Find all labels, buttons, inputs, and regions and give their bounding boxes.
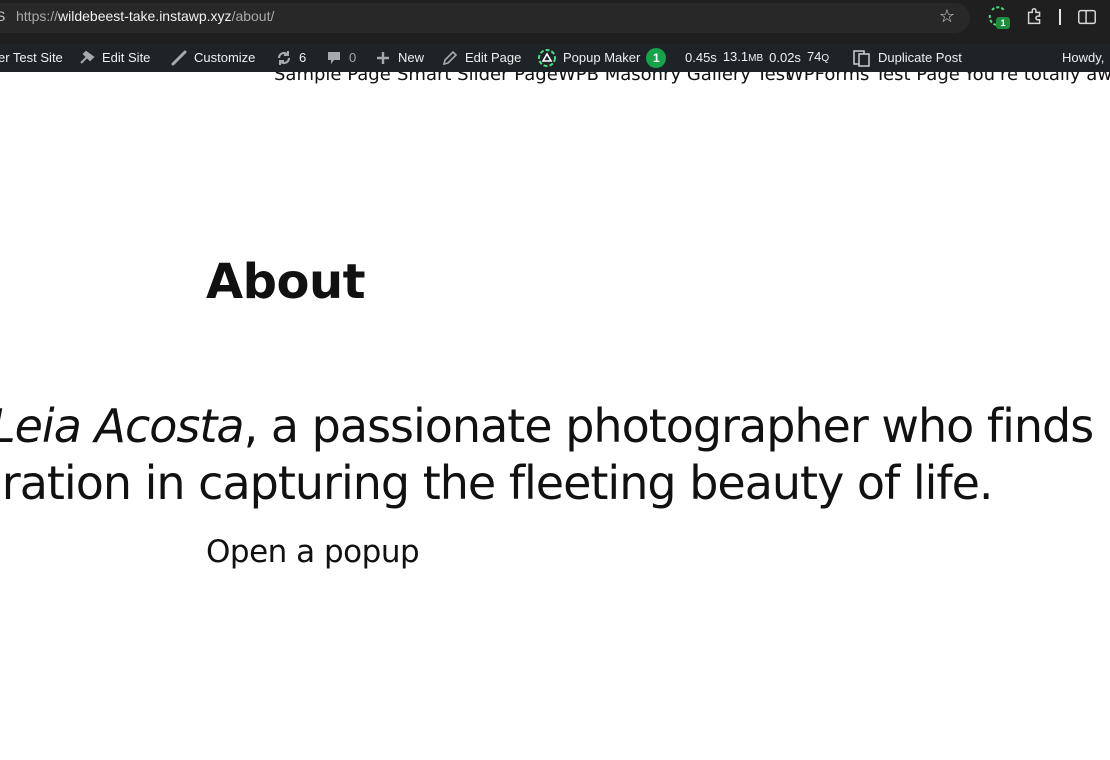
puzzle-icon[interactable] bbox=[1024, 6, 1046, 28]
wp-admin-bar: er Test Site Edit Site Customize 6 0 New… bbox=[0, 44, 1110, 72]
nav-link-smart-slider[interactable]: Smart Slider Page bbox=[397, 72, 558, 85]
page-title: About bbox=[206, 254, 366, 310]
perf-time: 0.45s bbox=[685, 50, 717, 65]
admin-bar-updates[interactable]: 6 bbox=[275, 44, 306, 72]
paintbrush-icon bbox=[171, 50, 187, 66]
nav-link-wpforms[interactable]: WPForms Test Page bbox=[786, 72, 960, 85]
url-host: wildebeest-take.instawp.xyz bbox=[58, 8, 232, 24]
admin-bar-new[interactable]: New bbox=[374, 44, 424, 72]
site-name-label: er Test Site bbox=[0, 50, 63, 65]
nav-link-totally-awesome[interactable]: You're totally awes bbox=[964, 72, 1110, 85]
comment-icon bbox=[328, 52, 340, 64]
site-navigation: Sample Page Smart Slider Page WPB Masonr… bbox=[0, 72, 1110, 94]
open-popup-link[interactable]: Open a popup bbox=[206, 534, 420, 570]
popup-maker-label: Popup Maker bbox=[563, 50, 641, 65]
admin-bar-account[interactable]: Howdy, bbox=[1062, 44, 1104, 72]
edit-page-label: Edit Page bbox=[465, 50, 522, 65]
nav-link-masonry-gallery[interactable]: WPB Masonry Gallery Test bbox=[558, 72, 792, 85]
updates-icon bbox=[277, 51, 291, 65]
duplicate-post-label: Duplicate Post bbox=[878, 50, 962, 65]
admin-bar-edit-site[interactable]: Edit Site bbox=[78, 44, 150, 72]
updates-count: 6 bbox=[299, 50, 307, 65]
nav-link-sample-page[interactable]: Sample Page bbox=[274, 72, 391, 85]
split-view-icon[interactable] bbox=[1076, 6, 1098, 28]
url-scheme: https:// bbox=[16, 8, 59, 24]
hammer-icon bbox=[80, 50, 95, 64]
admin-bar-duplicate-post[interactable]: Duplicate Post bbox=[852, 44, 962, 72]
comments-count: 0 bbox=[349, 50, 357, 65]
url-path: /about/ bbox=[231, 8, 275, 24]
intro-name: Leia Acosta bbox=[0, 399, 245, 453]
admin-bar-comments[interactable]: 0 bbox=[325, 44, 356, 72]
perf-memory: 13.1 bbox=[722, 49, 749, 64]
perf-memory-group: 13.1MB bbox=[723, 43, 763, 73]
toolbar-divider bbox=[1059, 9, 1061, 25]
popup-maker-badge: 1 bbox=[646, 48, 667, 68]
admin-bar-customize[interactable]: Customize bbox=[170, 44, 255, 72]
admin-bar-edit-page[interactable]: Edit Page bbox=[441, 44, 521, 72]
site-info-icon[interactable]: S bbox=[0, 8, 5, 24]
admin-bar-site-name[interactable]: er Test Site bbox=[0, 44, 63, 72]
plus-icon bbox=[377, 52, 389, 64]
bookmark-star-icon[interactable]: ☆ bbox=[936, 6, 958, 28]
admin-bar-popup-maker[interactable]: Popup Maker 1 bbox=[537, 44, 667, 72]
extension-badge: 1 bbox=[996, 17, 1010, 29]
perf-queries: 74 bbox=[806, 49, 822, 64]
perf-memory-unit: MB bbox=[748, 53, 764, 64]
url-text[interactable]: https://wildebeest-take.instawp.xyz/abou… bbox=[16, 8, 274, 24]
perf-queries-unit: Q bbox=[821, 53, 830, 64]
customize-label: Customize bbox=[194, 50, 256, 65]
perf-queries-group: 74Q bbox=[807, 43, 829, 73]
perf-query-time: 0.02s bbox=[769, 50, 801, 65]
duplicate-icon bbox=[853, 50, 870, 67]
intro-line-2: iration in capturing the fleeting beauty… bbox=[0, 456, 994, 510]
intro-line-1: Leia Acosta, a passionate photographer w… bbox=[0, 398, 1110, 455]
howdy-label: Howdy, bbox=[1062, 50, 1105, 65]
browser-toolbar: S https://wildebeest-take.instawp.xyz/ab… bbox=[0, 0, 1110, 44]
pencil-icon bbox=[442, 50, 458, 66]
edit-site-label: Edit Site bbox=[102, 50, 151, 65]
new-label: New bbox=[398, 50, 425, 65]
intro-paragraph: Leia Acosta, a passionate photographer w… bbox=[0, 398, 1110, 512]
admin-bar-query-monitor[interactable]: 0.45s 13.1MB 0.02s 74Q bbox=[685, 44, 829, 72]
intro-line-1-rest: , a passionate photographer who finds bbox=[243, 399, 1095, 453]
popup-maker-icon bbox=[538, 49, 556, 67]
